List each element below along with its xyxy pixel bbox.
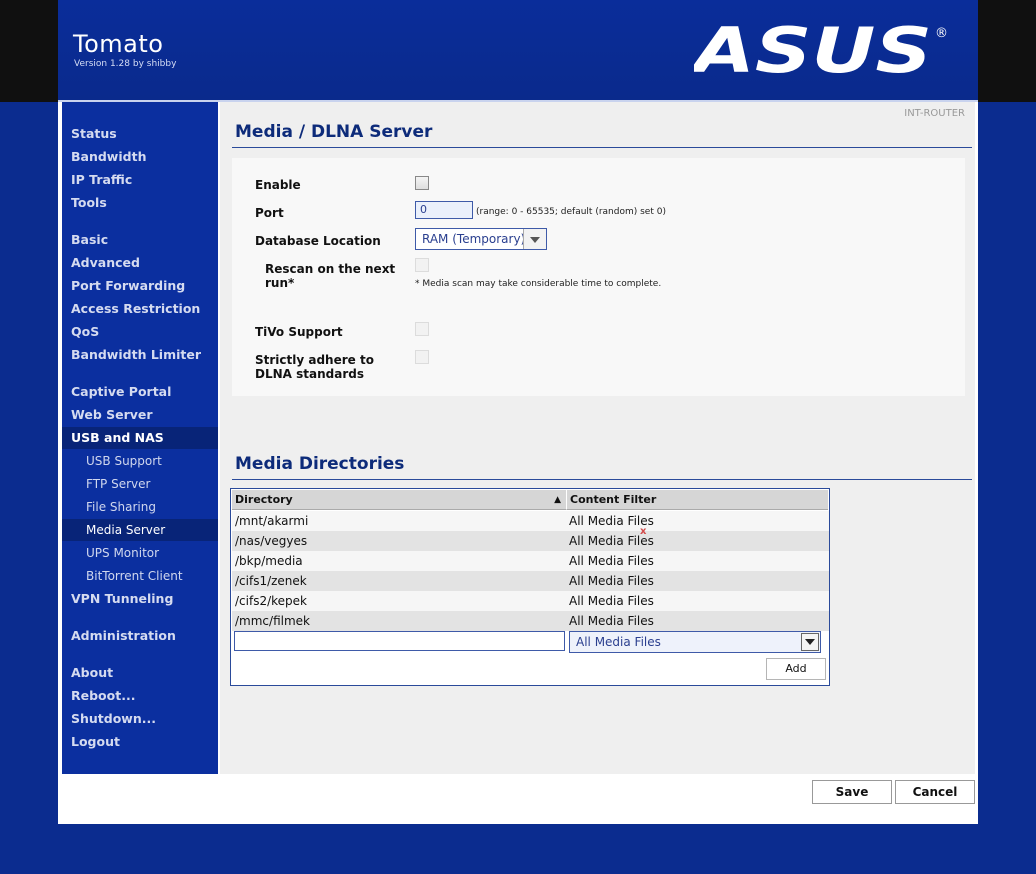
main-content: INT-ROUTER Media / DLNA Server Enable Po… [220, 102, 975, 774]
database-location-value: RAM (Temporary) [422, 232, 526, 246]
rescan-hint: * Media scan may take considerable time … [415, 279, 662, 289]
sidebar-item-bandwidth-limiter[interactable]: Bandwidth Limiter [62, 344, 218, 366]
app-title: Tomato [73, 30, 164, 58]
app-version: Version 1.28 by shibby [74, 59, 177, 69]
enable-label: Enable [255, 178, 301, 192]
dlna-strict-label-line-2: DLNA standards [255, 367, 364, 381]
sidebar-item-ups-monitor[interactable]: UPS Monitor [62, 542, 218, 564]
right-dark-band [978, 0, 1036, 102]
directory-cell: /mmc/filmek [235, 614, 310, 628]
dlna-strict-checkbox[interactable] [415, 350, 429, 364]
tivo-support-label: TiVo Support [255, 325, 343, 339]
table-row[interactable]: /bkp/media All Media Files [232, 551, 829, 571]
asus-logo-text: ASUS [694, 20, 932, 80]
sidebar-item-ip-traffic[interactable]: IP Traffic [62, 169, 218, 191]
sidebar-item-logout[interactable]: Logout [62, 731, 218, 753]
database-location-select[interactable]: RAM (Temporary) [415, 228, 547, 250]
table-row[interactable]: /cifs2/kepek All Media Files [232, 591, 829, 611]
enable-checkbox[interactable] [415, 176, 429, 190]
rescan-label-line-2: run* [265, 276, 295, 290]
tivo-support-checkbox[interactable] [415, 322, 429, 336]
title-divider [232, 147, 972, 148]
sidebar-item-media-server[interactable]: Media Server [62, 519, 218, 541]
media-directories-title: Media Directories [235, 454, 405, 474]
table-row[interactable]: /mnt/akarmi All Media Files [232, 511, 829, 531]
sidebar-item-advanced[interactable]: Advanced [62, 252, 218, 274]
directory-cell: /nas/vegyes [235, 534, 308, 548]
new-content-filter-select[interactable]: All Media Files [569, 631, 821, 653]
dlna-settings-panel: Enable Port 0 (range: 0 - 65535; default… [232, 158, 965, 396]
media-directories-table: Directory ▲ Content Filter /mnt/akarmi A… [230, 488, 830, 686]
sidebar-item-vpn-tunneling[interactable]: VPN Tunneling [62, 588, 218, 610]
sidebar-item-access-restriction[interactable]: Access Restriction [62, 298, 218, 320]
table-row[interactable]: /mmc/filmek All Media Files [232, 611, 829, 631]
port-label: Port [255, 206, 284, 220]
sidebar-item-usb-and-nas[interactable]: USB and NAS [62, 427, 218, 449]
directory-cell: /bkp/media [235, 554, 303, 568]
dlna-strict-label: Strictly adhere to DLNA standards [255, 353, 374, 381]
filter-cell: All Media Files [569, 594, 654, 608]
sort-ascending-icon: ▲ [554, 495, 561, 505]
port-hint: (range: 0 - 65535; default (random) set … [476, 207, 666, 217]
sidebar-item-port-forwarding[interactable]: Port Forwarding [62, 275, 218, 297]
sidebar-item-bittorrent-client[interactable]: BitTorrent Client [62, 565, 218, 587]
filter-cell: All Media Files [569, 554, 654, 568]
sidebar-item-reboot[interactable]: Reboot... [62, 685, 218, 707]
filter-cell: All Media Files [569, 534, 654, 548]
table-row[interactable]: /nas/vegyes All Media Files x [232, 526, 829, 551]
sidebar-item-basic[interactable]: Basic [62, 229, 218, 251]
content-filter-column-header[interactable]: Content Filter [566, 490, 828, 510]
sidebar-item-usb-support[interactable]: USB Support [62, 450, 218, 472]
add-directory-button[interactable]: Add [766, 658, 826, 680]
cancel-button[interactable]: Cancel [895, 780, 975, 804]
directory-cell: /cifs1/zenek [235, 574, 307, 588]
sidebar-item-about[interactable]: About [62, 662, 218, 684]
save-button[interactable]: Save [812, 780, 892, 804]
sidebar-item-tools[interactable]: Tools [62, 192, 218, 214]
directory-cell: /mnt/akarmi [235, 514, 309, 528]
asus-logo: ASUS ® [694, 20, 948, 80]
registered-mark: ® [935, 26, 948, 41]
chevron-down-icon [801, 633, 819, 651]
directories-divider [232, 479, 972, 480]
rescan-label: Rescan on the next run* [265, 262, 395, 290]
table-row[interactable]: /cifs1/zenek All Media Files [232, 571, 829, 591]
new-directory-input[interactable] [234, 631, 565, 651]
port-input[interactable]: 0 [415, 201, 473, 219]
chevron-down-icon [523, 229, 546, 249]
directory-column-header[interactable]: Directory ▲ [232, 490, 566, 510]
directory-cell: /cifs2/kepek [235, 594, 307, 608]
sidebar-item-shutdown[interactable]: Shutdown... [62, 708, 218, 730]
sidebar-item-bandwidth[interactable]: Bandwidth [62, 146, 218, 168]
left-dark-band [0, 0, 58, 102]
sidebar-item-captive-portal[interactable]: Captive Portal [62, 381, 218, 403]
directory-header-label: Directory [235, 493, 293, 506]
sidebar-item-administration[interactable]: Administration [62, 625, 218, 647]
filter-cell: All Media Files [569, 614, 654, 628]
sidebar-item-file-sharing[interactable]: File Sharing [62, 496, 218, 518]
router-name: INT-ROUTER [904, 108, 965, 119]
sidebar-item-status[interactable]: Status [62, 123, 218, 145]
page-title: Media / DLNA Server [235, 122, 433, 142]
rescan-label-line-1: Rescan on the next [265, 262, 396, 276]
sidebar-item-ftp-server[interactable]: FTP Server [62, 473, 218, 495]
filter-cell: All Media Files [569, 574, 654, 588]
filter-cell: All Media Files [569, 514, 654, 528]
sidebar-nav: Status Bandwidth IP Traffic Tools Basic … [62, 102, 218, 774]
sidebar-item-qos[interactable]: QoS [62, 321, 218, 343]
page-header: Tomato Version 1.28 by shibby ASUS ® [58, 0, 978, 102]
rescan-checkbox[interactable] [415, 258, 429, 272]
page-shell: Status Bandwidth IP Traffic Tools Basic … [58, 102, 978, 824]
database-location-label: Database Location [255, 234, 381, 248]
dlna-strict-label-line-1: Strictly adhere to [255, 353, 374, 367]
delete-row-icon[interactable]: x [640, 526, 646, 537]
sidebar-item-web-server[interactable]: Web Server [62, 404, 218, 426]
new-content-filter-value: All Media Files [576, 635, 661, 649]
